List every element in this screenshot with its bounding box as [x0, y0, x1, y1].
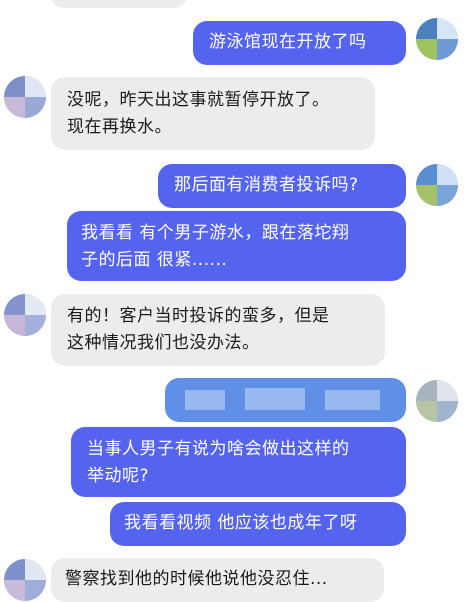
message-bubble-blurred	[165, 378, 406, 422]
message-bubble-incoming: 警察找到他的时候他说他没忍住...	[51, 558, 384, 602]
avatar[interactable]	[4, 294, 46, 336]
avatar[interactable]	[416, 380, 458, 422]
message-line: 现在再换水。	[67, 117, 172, 137]
message-bubble-incoming	[50, 0, 188, 8]
blur-patch	[245, 388, 305, 410]
blur-patch	[325, 390, 380, 410]
message-line: 有的！客户当时投诉的蛮多，但是	[67, 306, 330, 326]
message-text: 警察找到他的时候他说他没忍住...	[65, 569, 328, 589]
message-bubble-outgoing: 那后面有消费者投诉吗?	[158, 164, 406, 208]
message-line: 这种情况我们也没办法。	[67, 333, 260, 353]
chat-conversation: 游泳馆现在开放了吗 没呢，昨天出这事就暂停开放了。 现在再换水。 那后面有消费者…	[0, 0, 467, 602]
message-text: 那后面有消费者投诉吗?	[174, 175, 359, 195]
avatar[interactable]	[4, 76, 46, 118]
message-line: 举动呢?	[87, 466, 150, 486]
avatar[interactable]	[416, 18, 458, 60]
avatar[interactable]	[416, 164, 458, 206]
message-bubble-outgoing: 当事人男子有说为啥会做出这样的 举动呢?	[71, 427, 406, 497]
avatar[interactable]	[4, 559, 46, 601]
blur-patch	[185, 390, 225, 410]
message-bubble-outgoing: 我看看 有个男子游水，跟在落坨翔 子的后面 很紧......	[67, 211, 406, 281]
message-bubble-incoming: 没呢，昨天出这事就暂停开放了。 现在再换水。	[51, 77, 375, 150]
message-text: 我看看视频 他应该也成年了呀	[124, 513, 358, 533]
message-bubble-outgoing: 我看看视频 他应该也成年了呀	[110, 502, 406, 546]
message-bubble-outgoing: 游泳馆现在开放了吗	[193, 21, 406, 65]
message-line: 当事人男子有说为啥会做出这样的	[87, 439, 350, 459]
message-bubble-incoming: 有的！客户当时投诉的蛮多，但是 这种情况我们也没办法。	[51, 294, 385, 366]
message-line: 没呢，昨天出这事就暂停开放了。	[67, 90, 330, 110]
message-line: 我看看 有个男子游水，跟在落坨翔	[81, 223, 350, 243]
message-line: 子的后面 很紧......	[81, 250, 228, 270]
message-text: 游泳馆现在开放了吗	[209, 32, 367, 52]
